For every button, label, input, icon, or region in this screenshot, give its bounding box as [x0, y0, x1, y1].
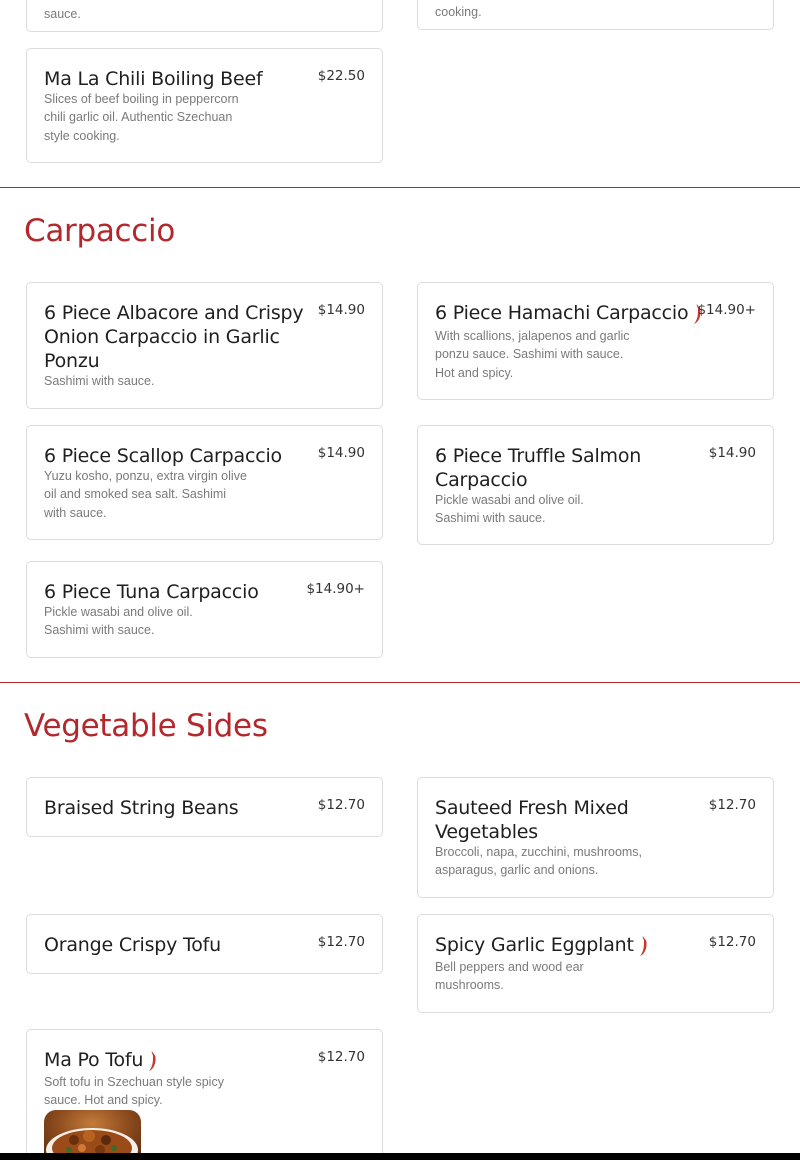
- item-name: Spicy Garlic Eggplant: [435, 933, 695, 957]
- menu-item-card[interactable]: Spicy Garlic Eggplant $12.70 Bell pepper…: [417, 914, 774, 1013]
- item-name-text: Ma Po Tofu: [44, 1049, 144, 1071]
- menu-item-card-partial[interactable]: sauce.: [26, 0, 383, 32]
- item-price: $12.70: [708, 934, 756, 950]
- item-description: Slices of beef boiling in peppercorn chi…: [44, 92, 239, 143]
- item-name: Sauteed Fresh Mixed Vegetables: [435, 797, 629, 843]
- chili-pepper-icon: [639, 936, 647, 956]
- item-description: Broccoli, napa, zucchini, mushrooms, asp…: [435, 845, 643, 878]
- item-name: Ma Po Tofu: [44, 1048, 306, 1072]
- chili-pepper-icon: [149, 1051, 156, 1071]
- bottom-bar: [0, 1153, 800, 1160]
- section-title-vegetable-sides: Vegetable Sides: [24, 708, 268, 744]
- item-name-text: Spicy Garlic Eggplant: [435, 934, 634, 956]
- item-price: $12.70: [708, 797, 756, 813]
- item-price: $12.70: [317, 1049, 365, 1065]
- item-name: 6 Piece Scallop Carpaccio: [44, 445, 282, 467]
- item-price: $14.90: [708, 445, 756, 461]
- item-description: sauce.: [44, 7, 81, 21]
- item-description: Soft tofu in Szechuan style spicy sauce.…: [44, 1075, 224, 1108]
- item-description: Bell peppers and wood ear mushrooms.: [435, 960, 584, 993]
- menu-item-card[interactable]: Braised String Beans $12.70: [26, 777, 383, 837]
- item-price: $14.90+: [306, 581, 365, 597]
- item-description: With scallions, jalapenos and garlic pon…: [435, 329, 630, 380]
- item-description: Yuzu kosho, ponzu, extra virgin olive oi…: [44, 469, 247, 520]
- item-description: Pickle wasabi and olive oil. Sashimi wit…: [435, 493, 584, 526]
- section-title-carpaccio: Carpaccio: [24, 213, 176, 249]
- menu-item-card[interactable]: 6 Piece Tuna Carpaccio $14.90+ Pickle wa…: [26, 561, 383, 658]
- menu-item-card[interactable]: 6 Piece Albacore and Crispy Onion Carpac…: [26, 282, 383, 409]
- menu-item-card-partial[interactable]: cooking.: [417, 0, 774, 30]
- item-description: Sashimi with sauce.: [44, 374, 155, 388]
- item-name: Braised String Beans: [44, 797, 239, 819]
- menu-item-card[interactable]: Sauteed Fresh Mixed Vegetables $12.70 Br…: [417, 777, 774, 898]
- item-name: 6 Piece Hamachi Carpaccio: [435, 301, 710, 325]
- item-price: $14.90: [317, 302, 365, 318]
- item-price: $12.70: [317, 934, 365, 950]
- item-name: 6 Piece Tuna Carpaccio: [44, 581, 259, 603]
- item-description: cooking.: [435, 5, 482, 19]
- item-name: Orange Crispy Tofu: [44, 934, 221, 956]
- menu-item-card[interactable]: 6 Piece Scallop Carpaccio $14.90 Yuzu ko…: [26, 425, 383, 540]
- item-name: 6 Piece Truffle Salmon Carpaccio: [435, 445, 642, 491]
- section-divider: [0, 187, 800, 188]
- item-price: $14.90+: [697, 302, 756, 318]
- item-description: Pickle wasabi and olive oil. Sashimi wit…: [44, 605, 193, 638]
- item-price: $14.90: [317, 445, 365, 461]
- menu-item-card[interactable]: Ma La Chili Boiling Beef $22.50 Slices o…: [26, 48, 383, 163]
- menu-item-card[interactable]: 6 Piece Truffle Salmon Carpaccio $14.90 …: [417, 425, 774, 545]
- menu-item-card[interactable]: 6 Piece Hamachi Carpaccio $14.90+ With s…: [417, 282, 774, 400]
- item-price: $12.70: [317, 797, 365, 813]
- dish-photo[interactable]: [44, 1110, 141, 1156]
- item-name-text: 6 Piece Hamachi Carpaccio: [435, 302, 689, 324]
- item-name: 6 Piece Albacore and Crispy Onion Carpac…: [44, 302, 304, 372]
- section-divider: [0, 682, 800, 683]
- menu-item-card[interactable]: Ma Po Tofu $12.70 Soft tofu in Szechuan …: [26, 1029, 383, 1160]
- item-name: Ma La Chili Boiling Beef: [44, 68, 263, 90]
- menu-item-card[interactable]: Orange Crispy Tofu $12.70: [26, 914, 383, 974]
- item-price: $22.50: [317, 68, 365, 84]
